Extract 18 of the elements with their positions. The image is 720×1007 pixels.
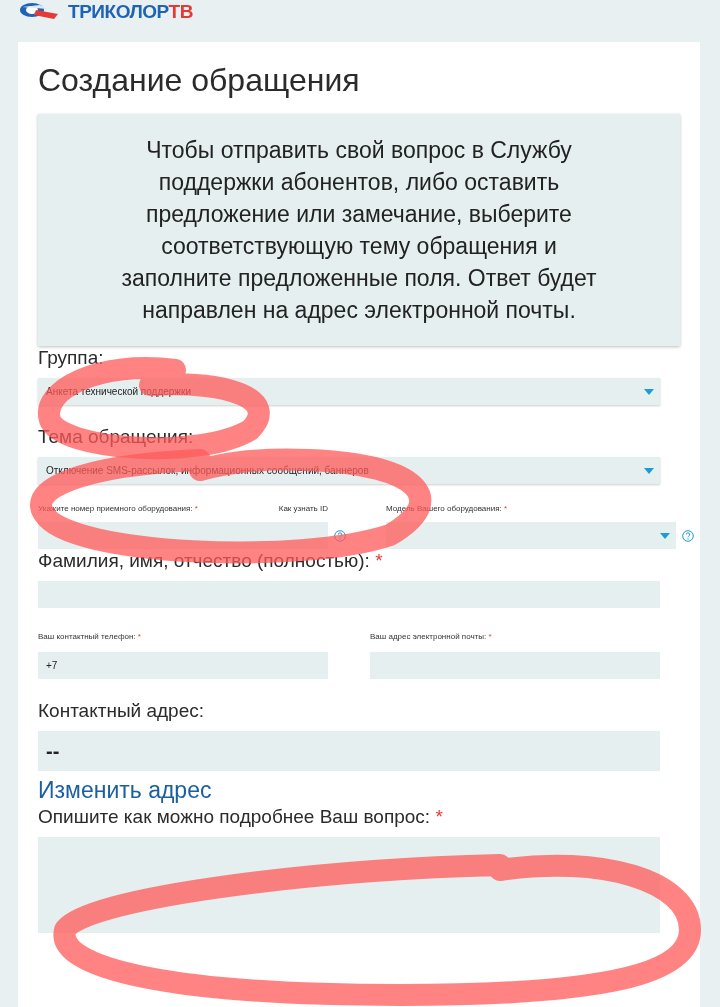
field-label: Группа: <box>38 347 104 368</box>
required-mark: * <box>504 504 508 513</box>
required-mark: * <box>488 632 492 641</box>
required-mark: * <box>137 632 141 641</box>
phone-field[interactable]: +7 <box>38 652 328 679</box>
field-label: Опишите как можно подробнее Ваш вопрос: <box>38 806 431 827</box>
required-mark: * <box>194 504 198 513</box>
logo-text: ТРИКОЛОРТВ <box>68 1 193 21</box>
field-label: Ваш контактный телефон: <box>38 632 136 641</box>
change-address-link[interactable]: Изменить адрес <box>38 777 212 803</box>
field-label: Контактный адрес: <box>38 700 205 721</box>
required-mark: * <box>375 550 383 571</box>
id-help-link[interactable]: Как узнать ID <box>278 504 328 514</box>
info-text: Чтобы отправить свой вопрос в Службу поддержки абонентов, либо оставить предложение или замечание, выберите соответствующую тему обращения и заполните предложенные поля. Ответ будет направлен на адрес электронной почты. <box>120 136 598 325</box>
required-mark: * <box>435 806 443 827</box>
field-label: Ваш адрес электронной почты: <box>370 632 487 641</box>
page-title: Создание обращения <box>38 61 361 100</box>
address-field: -- <box>38 731 660 771</box>
